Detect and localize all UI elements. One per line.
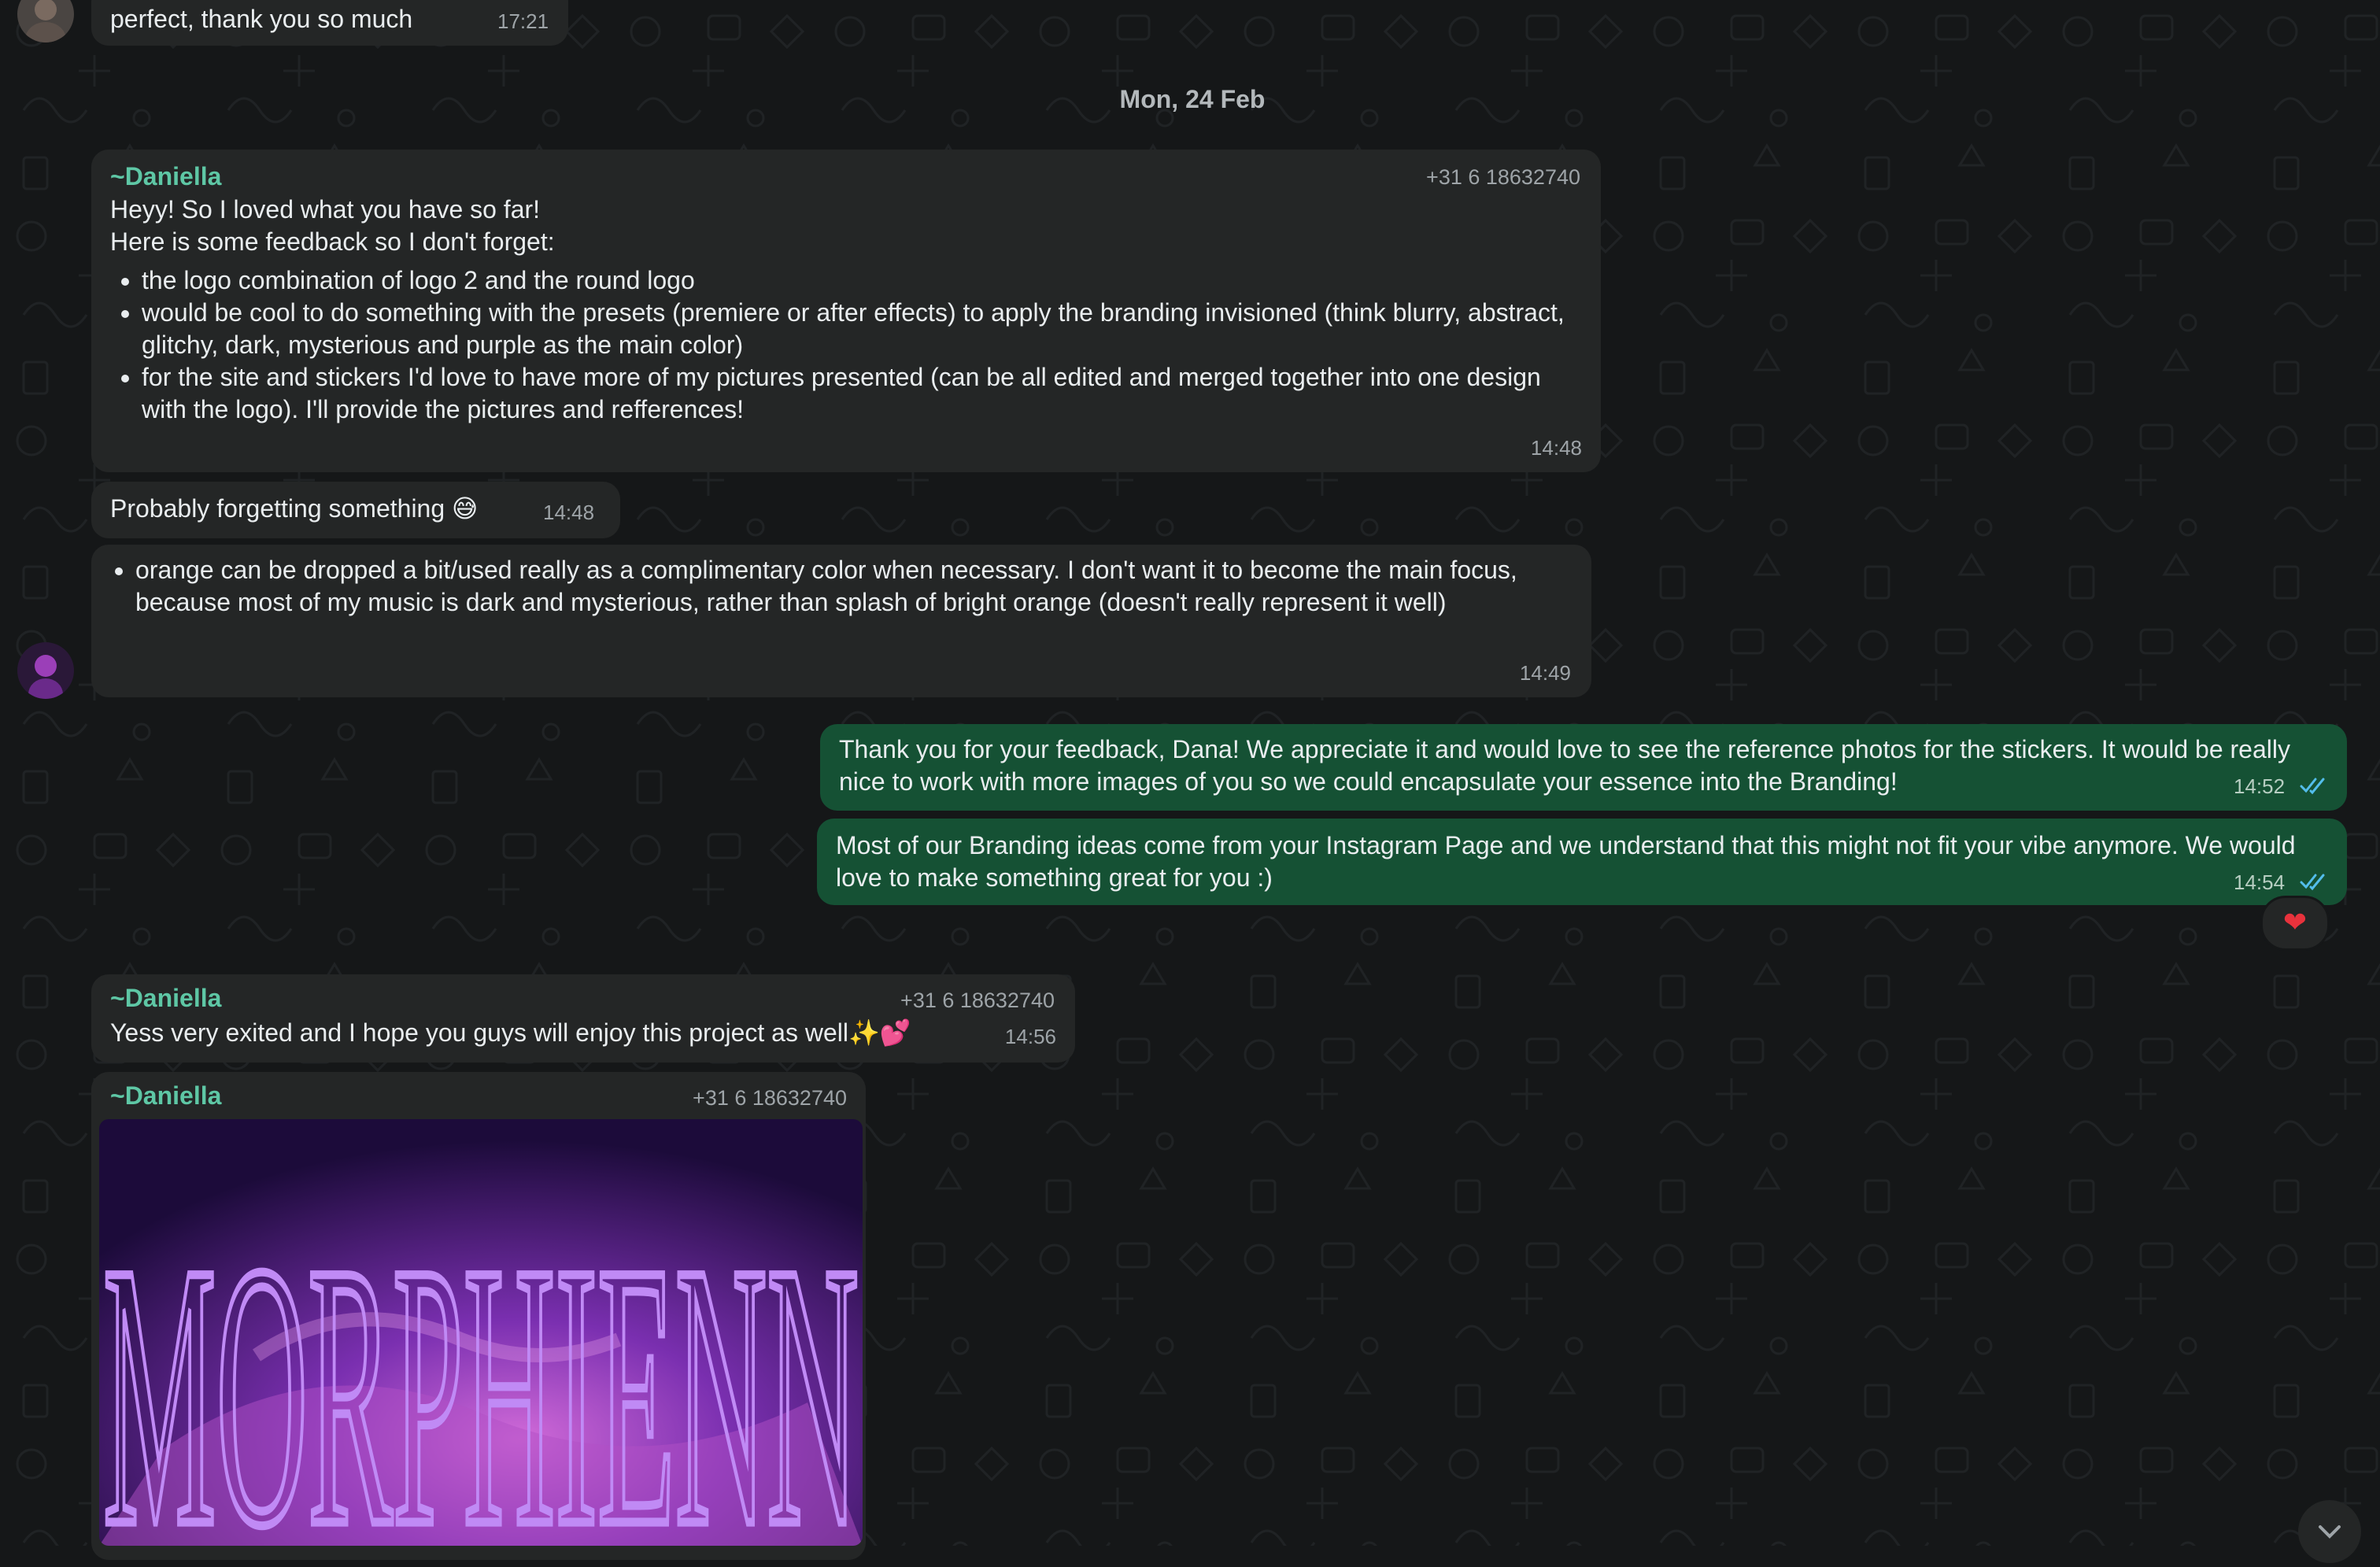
message-text: Heyy! So I loved what you have so far! <box>110 195 541 224</box>
message-bubble-outgoing[interactable]: Thank you for your feedback, Dana! We ap… <box>820 724 2347 811</box>
message-time: 14:52 <box>2234 774 2286 798</box>
heart-icon[interactable]: ❤ <box>2260 896 2330 951</box>
message-text: Thank you for your feedback, Dana! We ap… <box>839 735 2297 796</box>
message-time: 14:49 <box>1519 661 1571 685</box>
list-item: the logo combination of logo 2 and the r… <box>142 264 1582 297</box>
sender-phone: +31 6 18632740 <box>900 989 1055 1012</box>
message-bubble[interactable]: ~Daniella +31 6 18632740 Heyy! So I love… <box>91 150 1601 472</box>
message-time: 14:48 <box>543 501 595 524</box>
sender-phone: +31 6 18632740 <box>693 1086 847 1110</box>
double-check-icon <box>2300 874 2325 891</box>
shared-image[interactable]: MORPHIENN <box>99 1119 863 1546</box>
message-bubble[interactable]: Probably forgetting something 😅 14:48 <box>91 482 620 538</box>
feedback-list: orange can be dropped a bit/used really … <box>110 554 1584 619</box>
message-text: perfect, thank you so much <box>110 5 413 33</box>
list-item: orange can be dropped a bit/used really … <box>135 554 1584 619</box>
sender-name[interactable]: ~Daniella <box>110 1081 221 1111</box>
sender-name[interactable]: ~Daniella <box>110 984 221 1013</box>
feedback-list: the logo combination of logo 2 and the r… <box>110 264 1582 426</box>
date-separator: Mon, 24 Feb <box>1119 85 1266 113</box>
message-text: Here is some feedback so I don't forget: <box>110 227 555 256</box>
message-text: Yess very exited and I hope you guys wil… <box>110 1018 911 1047</box>
message-bubble[interactable]: ~Daniella +31 6 18632740 Yess very exite… <box>91 974 1075 1063</box>
message-bubble[interactable]: orange can be dropped a bit/used really … <box>91 545 1591 697</box>
message-time: 14:56 <box>1004 1025 1056 1048</box>
double-check-icon <box>2300 778 2325 795</box>
list-item: for the site and stickers I'd love to ha… <box>142 361 1582 426</box>
message-time: 14:48 <box>1530 436 1582 460</box>
message-text: Most of our Branding ideas come from you… <box>836 831 2303 892</box>
sender-name[interactable]: ~Daniella <box>110 162 221 191</box>
chevron-down-icon <box>2319 1525 2341 1539</box>
poster-title: MORPHIENN <box>103 1185 859 1546</box>
message-text: Probably forgetting something 😅 <box>110 494 479 523</box>
message-bubble[interactable]: perfect, thank you so much 17:21 <box>91 0 568 46</box>
message-time: 14:54 <box>2234 870 2286 894</box>
contact-avatar[interactable] <box>17 642 74 699</box>
sender-phone: +31 6 18632740 <box>1426 165 1580 189</box>
list-item: would be cool to do something with the p… <box>142 297 1582 361</box>
message-time: 17:21 <box>497 9 549 33</box>
scroll-down-button[interactable] <box>2298 1500 2361 1563</box>
message-bubble-outgoing[interactable]: Most of our Branding ideas come from you… <box>817 819 2347 905</box>
